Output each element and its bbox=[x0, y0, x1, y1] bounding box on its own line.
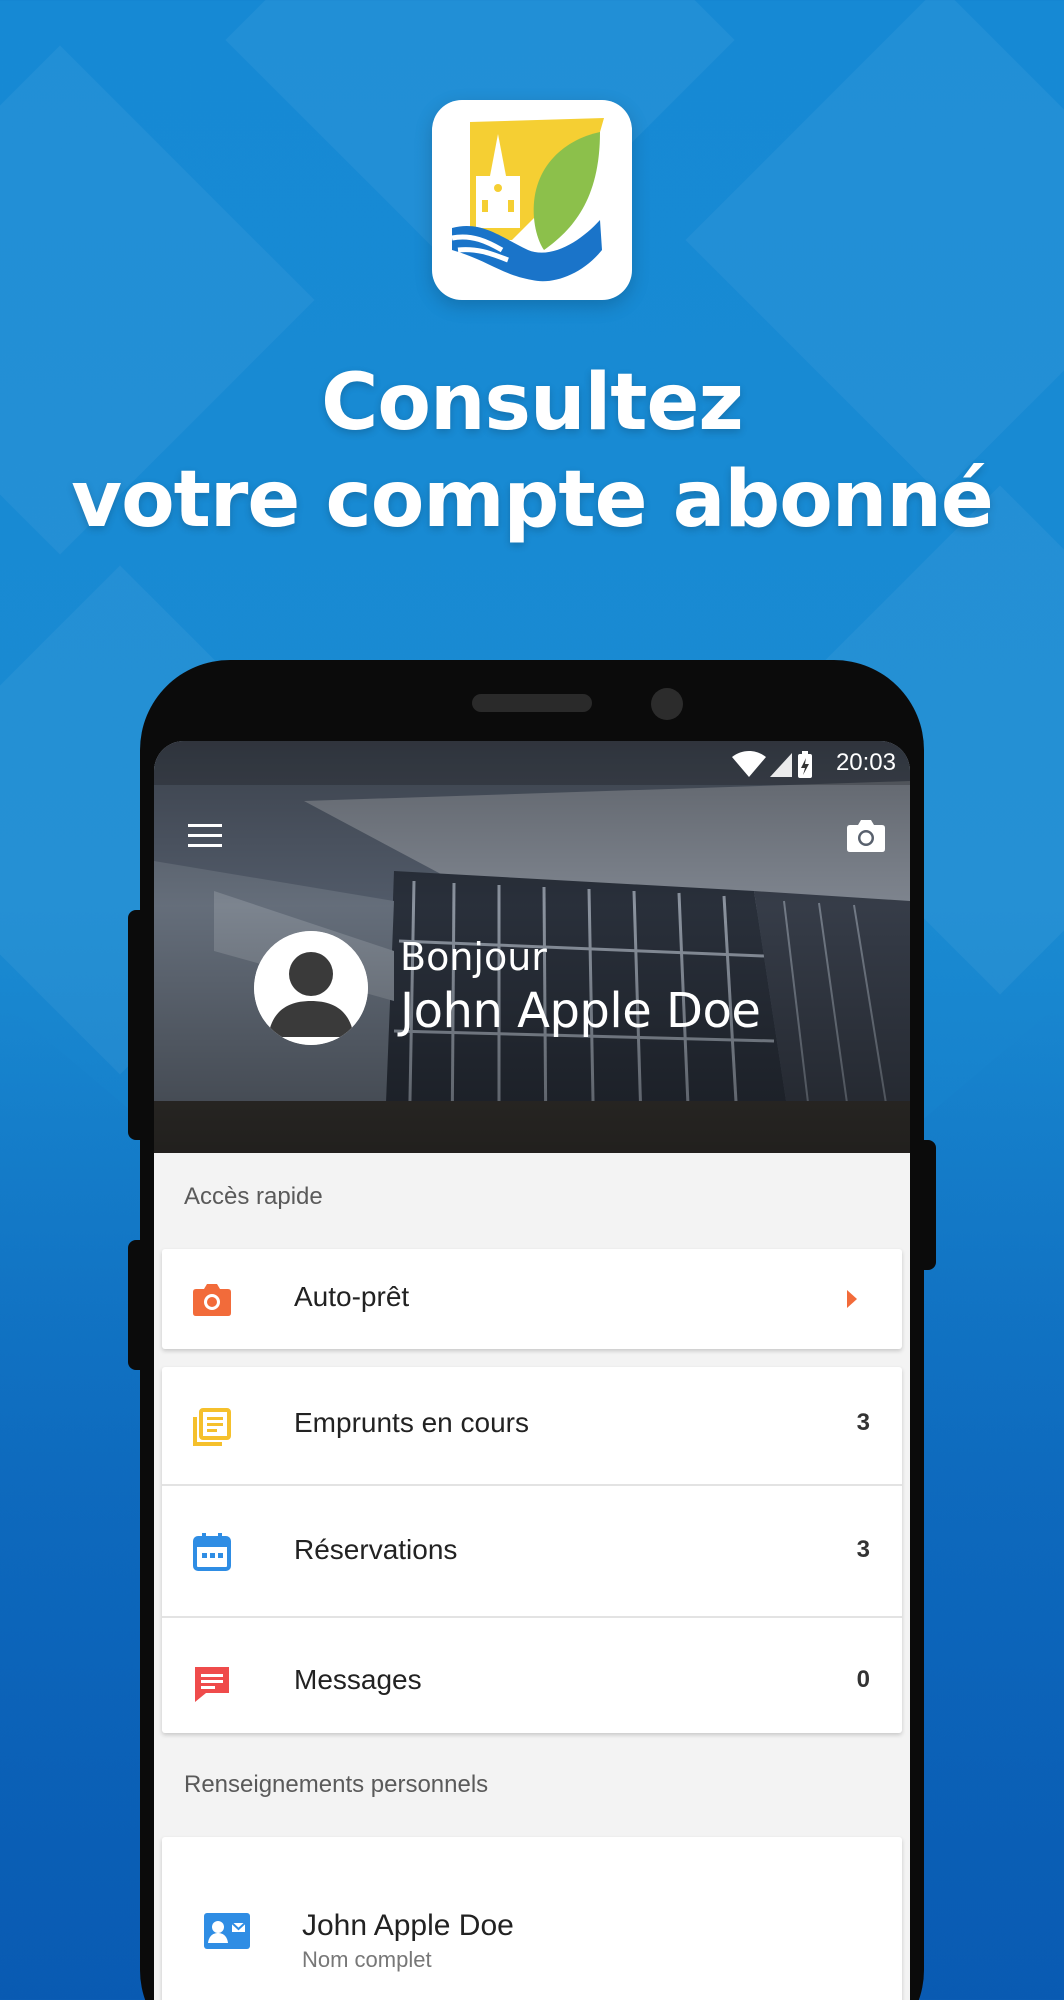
avatar[interactable] bbox=[254, 931, 368, 1045]
phone-speaker bbox=[472, 694, 592, 712]
promo-headline-line2: votre compte abonné bbox=[71, 455, 994, 545]
full-name-value: John Apple Doe bbox=[302, 1909, 514, 1942]
user-name: John Apple Doe bbox=[400, 983, 761, 1039]
calendar-icon bbox=[192, 1532, 232, 1577]
quick-access-label: Auto-prêt bbox=[294, 1281, 410, 1312]
promo-headline-line1: Consultez bbox=[321, 358, 744, 448]
section-title-quick-access: Accès rapide bbox=[184, 1183, 323, 1210]
contact-card-icon bbox=[204, 1913, 250, 1954]
hamburger-menu-icon[interactable] bbox=[188, 823, 222, 854]
quick-access-label: Emprunts en cours bbox=[294, 1407, 529, 1438]
status-icons bbox=[730, 751, 812, 784]
count-badge: 0 bbox=[856, 1666, 870, 1693]
battery-charging-icon bbox=[798, 751, 812, 778]
quick-access-item-reservations[interactable]: Réservations 3 bbox=[162, 1486, 902, 1616]
library-logo-icon bbox=[432, 100, 632, 300]
greeting-text: Bonjour bbox=[400, 935, 547, 979]
quick-access-label: Réservations bbox=[294, 1534, 458, 1565]
quick-access-item-emprunts[interactable]: Emprunts en cours 3 bbox=[162, 1367, 902, 1485]
quick-access-item-messages[interactable]: Messages 0 bbox=[162, 1618, 902, 1733]
quick-access-list: Emprunts en cours 3 Réservations 3 Messa… bbox=[162, 1367, 902, 1733]
list-icon bbox=[192, 1407, 232, 1452]
quick-access-label: Messages bbox=[294, 1664, 422, 1695]
camera-icon[interactable] bbox=[846, 817, 886, 858]
camera-icon bbox=[192, 1281, 232, 1322]
profile-header: 20:03 Bonjour John Apple Doe bbox=[154, 741, 910, 1153]
phone-front-camera bbox=[651, 688, 683, 720]
chevron-right-icon bbox=[846, 1289, 858, 1314]
app-screen: 20:03 Bonjour John Apple Doe Accès rapid… bbox=[154, 741, 910, 2000]
message-icon bbox=[192, 1664, 232, 1709]
quick-access-item-auto-pret[interactable]: Auto-prêt bbox=[162, 1249, 902, 1349]
personal-info-card[interactable]: John Apple Doe Nom complet bbox=[162, 1837, 902, 2000]
status-time: 20:03 bbox=[835, 749, 896, 776]
count-badge: 3 bbox=[856, 1409, 870, 1436]
signal-icon bbox=[770, 753, 792, 777]
status-bar: 20:03 bbox=[154, 741, 910, 785]
section-title-personal-info: Renseignements personnels bbox=[184, 1771, 489, 1798]
wifi-icon bbox=[732, 751, 766, 777]
full-name-label: Nom complet bbox=[302, 1947, 432, 1972]
count-badge: 3 bbox=[856, 1536, 870, 1563]
